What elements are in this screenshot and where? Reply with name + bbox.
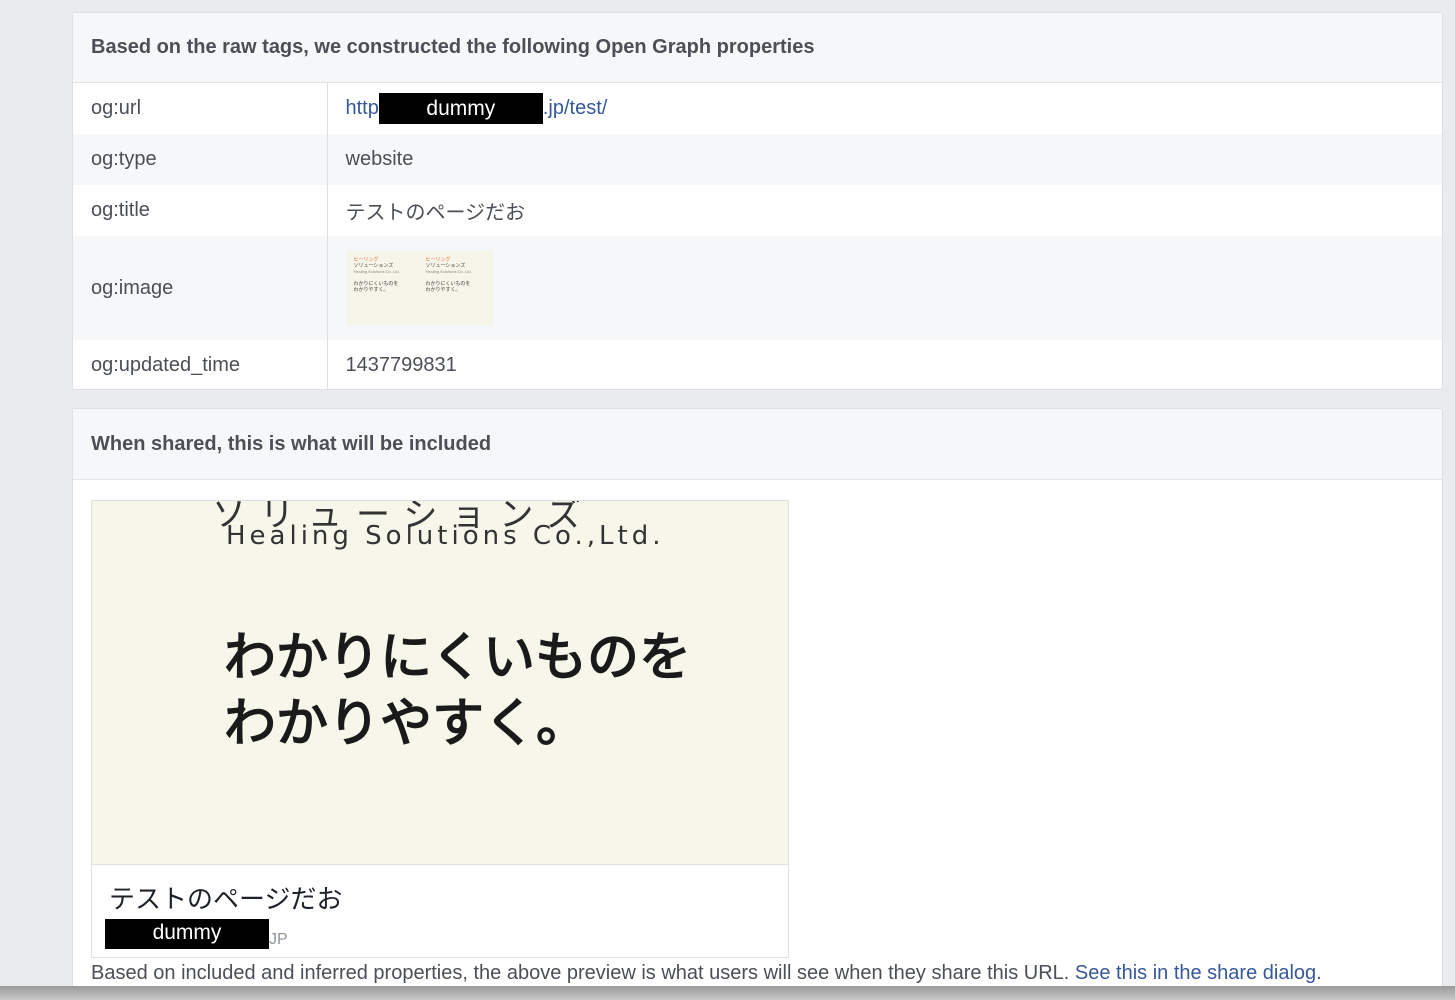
og-image-value: ヒーリング ソリューションズ Healing Solutions Co.,Ltd… [327, 236, 1442, 340]
og-url-link[interactable]: http dummy .jp/test/ [346, 93, 607, 124]
thumbnail-column: ヒーリング ソリューションズ Healing Solutions Co.,Ltd… [354, 257, 414, 319]
og-url-suffix[interactable]: .jp/test/ [543, 97, 607, 119]
table-row: og:image ヒーリング ソリューションズ Healing Solution… [73, 236, 1442, 340]
og-properties-panel: Based on the raw tags, we constructed th… [72, 12, 1443, 391]
og-type-value: website [327, 134, 1442, 185]
thumbnail-line2: わかりやすく。 [353, 287, 389, 293]
domain-suffix: JP [269, 931, 288, 948]
share-preview-panel: When shared, this is what will be includ… [72, 408, 1443, 1000]
share-dialog-link[interactable]: See this in the share dialog. [1075, 962, 1322, 984]
table-row: og:updated_time 1437799831 [73, 340, 1442, 391]
share-preview-body: テストのページだお dummy JP [92, 865, 788, 949]
image-tagline: わかりにくいものを わかりやすく。 [224, 625, 691, 757]
og-updated-time-value: 1437799831 [345, 354, 457, 376]
image-company-name: Healing Solutions Co.,Ltd. [226, 521, 665, 551]
og-type-key: og:type [73, 134, 328, 185]
og-title-value: テストのページだお [345, 200, 526, 224]
footnote-text: Based on included and inferred propertie… [91, 962, 1070, 984]
table-row: og:title テストのページだお [73, 185, 1442, 236]
thumbnail-line2: わかりやすく。 [425, 287, 461, 293]
redaction-box: dummy [105, 919, 269, 949]
redaction-box: dummy [378, 93, 543, 124]
og-properties-table: og:url http dummy .jp/test/ og:type websit… [73, 83, 1442, 391]
image-tagline-line2: わかりやすく。 [224, 693, 589, 754]
og-image-thumbnail[interactable]: ヒーリング ソリューションズ Healing Solutions Co.,Ltd… [345, 251, 494, 325]
share-preview-header: When shared, this is what will be includ… [73, 409, 1442, 480]
og-url-value: http dummy .jp/test/ [327, 83, 1442, 134]
og-properties-header: Based on the raw tags, we constructed th… [73, 13, 1442, 83]
table-row: og:url http dummy .jp/test/ [73, 83, 1442, 134]
share-preview-title: テストのページだお [109, 885, 343, 915]
og-image-key: og:image [73, 236, 328, 340]
og-url-prefix[interactable]: http [346, 97, 379, 119]
og-url-key: og:url [73, 83, 328, 134]
share-preview-image: ソリューションズ Healing Solutions Co.,Ltd. わかりに… [92, 501, 788, 865]
thumbnail-company-en: Healing Solutions Co.,Ltd. [353, 269, 400, 274]
thumbnail-company-en: Healing Solutions Co.,Ltd. [425, 269, 472, 274]
image-tagline-line1: わかりにくいものを [224, 627, 691, 688]
table-row: og:type website [73, 134, 1442, 185]
window-bottom-edge [0, 986, 1455, 1000]
share-preview-card[interactable]: ソリューションズ Healing Solutions Co.,Ltd. わかりに… [91, 500, 789, 958]
og-updated-time-key: og:updated_time [73, 340, 328, 391]
share-preview-domain: dummy JP [105, 919, 788, 949]
thumbnail-column: ヒーリング ソリューションズ Healing Solutions Co.,Ltd… [426, 257, 486, 319]
og-title-key: og:title [73, 185, 328, 236]
share-footnote: Based on included and inferred propertie… [91, 962, 1322, 985]
